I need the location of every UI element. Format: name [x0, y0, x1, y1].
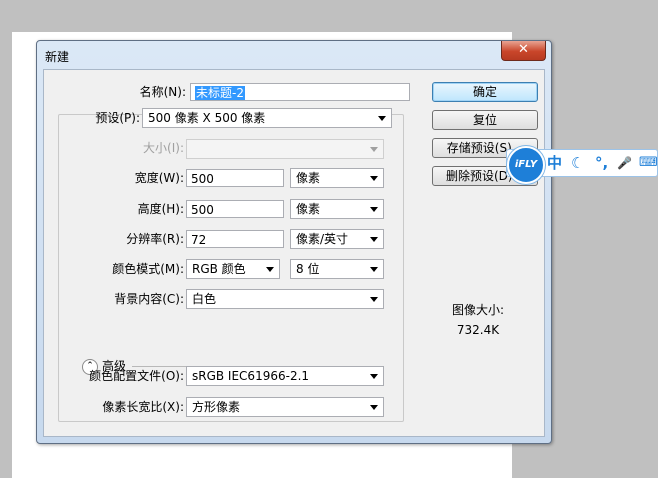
name-label: 名称(N): — [139, 85, 186, 99]
title-bar[interactable]: 新建 ✕ — [37, 41, 551, 69]
new-document-dialog: 新建 ✕ 名称(N): 未标题-2 预设(P): 500 像素 X 500 像素… — [36, 40, 552, 444]
size-select — [186, 139, 384, 159]
color-profile-value: sRGB IEC61966-2.1 — [192, 369, 310, 383]
ifly-ime-toolbar[interactable]: iFLY 中 ☾ °, 🎤 ⌨ — [506, 146, 658, 184]
color-profile-select[interactable]: sRGB IEC61966-2.1 — [186, 366, 384, 386]
punctuation-icon[interactable]: °, — [595, 154, 608, 172]
bit-depth-value: 8 位 — [296, 262, 320, 276]
bit-depth-select[interactable]: 8 位 — [290, 259, 384, 279]
pixel-aspect-label: 像素长宽比(X): — [102, 400, 184, 414]
chevron-down-icon — [370, 374, 378, 379]
resolution-unit-select[interactable]: 像素/英寸 — [290, 229, 384, 249]
height-unit-value: 像素 — [296, 202, 321, 216]
close-button[interactable]: ✕ — [501, 41, 546, 61]
resolution-input[interactable]: 72 — [186, 230, 284, 248]
chevron-down-icon — [378, 116, 386, 121]
ifly-logo-icon[interactable]: iFLY — [507, 146, 545, 184]
chevron-down-icon — [370, 405, 378, 410]
color-mode-value: RGB 颜色 — [192, 262, 246, 276]
reset-button[interactable]: 复位 — [432, 110, 538, 130]
width-label: 宽度(W): — [134, 171, 184, 185]
close-icon: ✕ — [518, 42, 529, 57]
preset-select[interactable]: 500 像素 X 500 像素 — [142, 108, 392, 128]
image-size-label: 图像大小: — [451, 303, 505, 317]
width-unit-value: 像素 — [296, 171, 321, 185]
height-label: 高度(H): — [137, 202, 184, 216]
chevron-down-icon — [370, 176, 378, 181]
resolution-unit-value: 像素/英寸 — [296, 232, 349, 246]
height-unit-select[interactable]: 像素 — [290, 199, 384, 219]
preset-label: 预设(P): — [95, 111, 140, 125]
background-select[interactable]: 白色 — [186, 289, 384, 309]
color-profile-label: 颜色配置文件(O): — [89, 369, 184, 383]
resolution-label: 分辨率(R): — [126, 232, 184, 246]
ok-button[interactable]: 确定 — [432, 82, 538, 102]
background-label: 背景内容(C): — [114, 292, 184, 306]
microphone-icon[interactable]: 🎤 — [617, 154, 632, 172]
chevron-down-icon — [266, 267, 274, 272]
dialog-client-area: 名称(N): 未标题-2 预设(P): 500 像素 X 500 像素 大小(I… — [43, 69, 545, 437]
half-width-moon-icon[interactable]: ☾ — [571, 154, 584, 172]
chinese-mode-icon[interactable]: 中 — [547, 154, 562, 172]
name-input[interactable]: 未标题-2 — [190, 83, 410, 101]
height-input[interactable]: 500 — [186, 200, 284, 218]
chevron-down-icon — [370, 267, 378, 272]
width-unit-select[interactable]: 像素 — [290, 168, 384, 188]
pixel-aspect-select[interactable]: 方形像素 — [186, 397, 384, 417]
chevron-down-icon — [370, 297, 378, 302]
chevron-down-icon — [370, 147, 378, 152]
size-label: 大小(I): — [143, 141, 184, 155]
chevron-down-icon — [370, 237, 378, 242]
preset-value: 500 像素 X 500 像素 — [148, 111, 266, 125]
chevron-down-icon — [370, 207, 378, 212]
width-input[interactable]: 500 — [186, 169, 284, 187]
dialog-title: 新建 — [45, 50, 70, 64]
name-value: 未标题-2 — [195, 86, 245, 100]
color-mode-label: 颜色模式(M): — [112, 262, 184, 276]
background-value: 白色 — [192, 292, 217, 306]
color-mode-select[interactable]: RGB 颜色 — [186, 259, 280, 279]
pixel-aspect-value: 方形像素 — [192, 400, 241, 414]
keyboard-icon[interactable]: ⌨ — [639, 154, 658, 172]
image-size-value: 732.4K — [456, 323, 500, 337]
